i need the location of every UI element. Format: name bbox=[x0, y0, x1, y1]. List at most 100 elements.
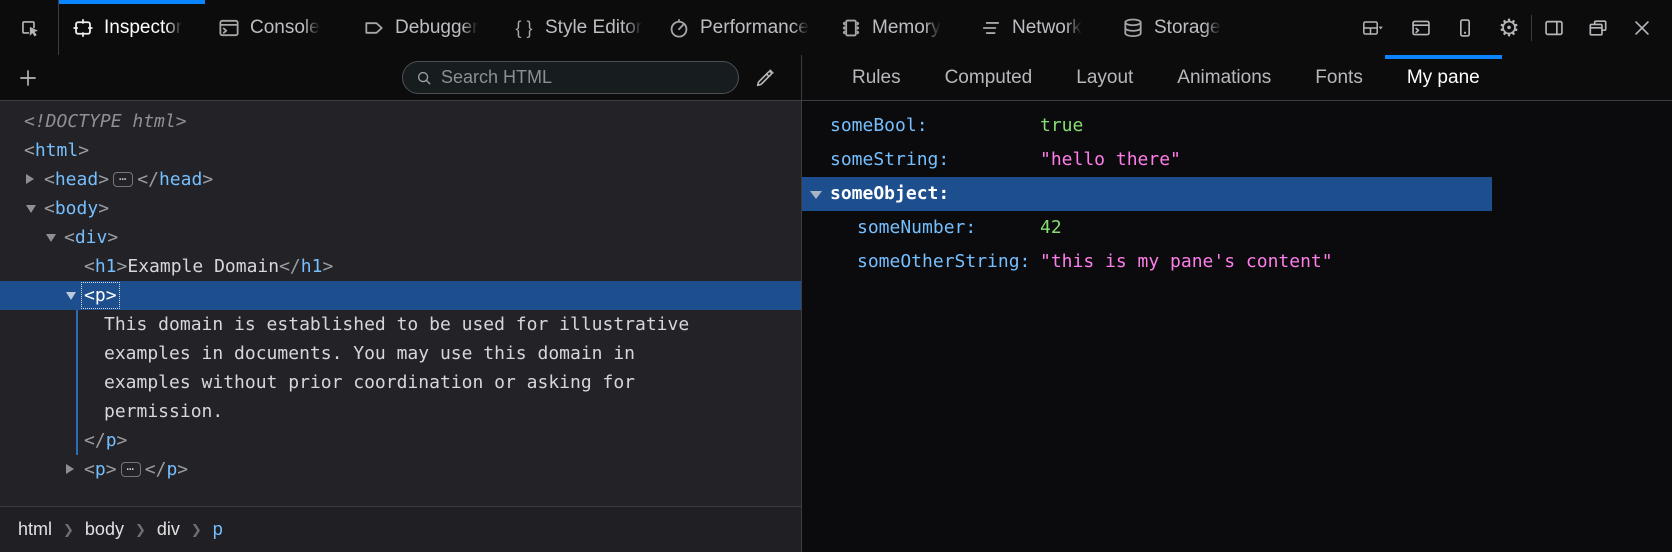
markup-text-line[interactable]: examples without prior coordination or a… bbox=[0, 368, 801, 397]
child-guide-line bbox=[76, 339, 78, 368]
dock-to-side-button[interactable] bbox=[1532, 0, 1576, 55]
tool-tab-inspector[interactable]: Inspector bbox=[59, 0, 205, 55]
tree-value: true bbox=[1040, 109, 1083, 143]
markup-text-line[interactable]: This domain is established to be used fo… bbox=[0, 310, 801, 339]
style-editor-icon: { } bbox=[512, 16, 536, 40]
element-text-content: Example Domain bbox=[127, 256, 279, 277]
settings-button[interactable]: ⚙ bbox=[1487, 0, 1531, 55]
network-icon bbox=[979, 16, 1003, 40]
sidebar-tab-fonts[interactable]: Fonts bbox=[1293, 55, 1385, 100]
breadcrumb-item-html[interactable]: html bbox=[10, 515, 60, 544]
tree-value: 42 bbox=[1040, 211, 1062, 245]
performance-icon bbox=[667, 16, 691, 40]
collapse-twisty-icon[interactable] bbox=[46, 234, 56, 242]
breadcrumb-chevron-icon: ❯ bbox=[135, 522, 146, 538]
split-console-button[interactable] bbox=[1399, 0, 1443, 55]
collapse-twisty-icon[interactable] bbox=[810, 191, 822, 199]
markup-row-head[interactable]: <head>⋯</head> bbox=[0, 165, 801, 194]
tool-tab-network[interactable]: Network bbox=[967, 0, 1109, 55]
markup-text-line[interactable]: examples in documents. You may use this … bbox=[0, 339, 801, 368]
separate-window-button[interactable] bbox=[1576, 0, 1620, 55]
node-picker-button[interactable] bbox=[0, 0, 58, 55]
markup-row-div[interactable]: <div> bbox=[0, 223, 801, 252]
markup-row-body[interactable]: <body> bbox=[0, 194, 801, 223]
close-button[interactable] bbox=[1620, 0, 1664, 55]
toolbar-right-buttons: ⚙ bbox=[1347, 0, 1672, 55]
sidebar-tab-computed[interactable]: Computed bbox=[923, 55, 1055, 100]
markup-row-html[interactable]: <html> bbox=[0, 136, 801, 165]
tool-tab-memory[interactable]: Memory bbox=[827, 0, 967, 55]
collapsed-ellipsis-badge[interactable]: ⋯ bbox=[113, 172, 133, 187]
doctype-declaration: <!DOCTYPE html> bbox=[24, 111, 187, 132]
responsive-design-mode-button[interactable] bbox=[1443, 0, 1487, 55]
tree-row-someObject[interactable]: someObject: bbox=[802, 177, 1492, 211]
markup-text-line[interactable]: permission. bbox=[0, 397, 801, 426]
tool-tab-label: Performance bbox=[700, 17, 809, 39]
collapse-twisty-icon[interactable] bbox=[66, 292, 76, 300]
inspector-panel: <!DOCTYPE html> <html><head>⋯</head><body… bbox=[0, 55, 801, 552]
eyedropper-icon bbox=[754, 67, 776, 89]
my-pane-tree: someBool:truesomeString:"hello there"som… bbox=[802, 101, 1672, 552]
expand-twisty-icon[interactable] bbox=[26, 174, 34, 184]
responsive-mode-icon bbox=[1454, 17, 1476, 39]
close-icon bbox=[1631, 17, 1653, 39]
sidebar-panel: RulesComputedLayoutAnimationsFontsMy pan… bbox=[801, 55, 1672, 552]
separate-window-icon bbox=[1587, 17, 1609, 39]
frames-icon bbox=[1362, 17, 1384, 39]
markup-row-doctype[interactable]: <!DOCTYPE html> bbox=[0, 107, 801, 136]
tool-tab-storage[interactable]: Storage bbox=[1109, 0, 1254, 55]
sidebar-tab-rules[interactable]: Rules bbox=[830, 55, 923, 100]
breadcrumb-chevron-icon: ❯ bbox=[63, 522, 74, 538]
tree-row-someString[interactable]: someString:"hello there" bbox=[802, 143, 1492, 177]
tree-row-someOtherString[interactable]: someOtherString:"this is my pane's conte… bbox=[802, 245, 1492, 279]
settings-gear-icon: ⚙ bbox=[1498, 16, 1520, 40]
markup-row-p[interactable]: <p>⋯</p> bbox=[0, 455, 801, 484]
add-node-button[interactable] bbox=[6, 58, 50, 98]
tool-tab-label: Memory bbox=[872, 17, 941, 39]
text-node-content: examples in documents. You may use this … bbox=[104, 343, 635, 364]
tool-tab-label: Console bbox=[250, 17, 320, 39]
storage-icon bbox=[1121, 16, 1145, 40]
tool-tab-style-editor[interactable]: { } Style Editor bbox=[500, 0, 655, 55]
sidebar-tabs: RulesComputedLayoutAnimationsFontsMy pan… bbox=[802, 55, 1672, 101]
text-node-content: examples without prior coordination or a… bbox=[104, 372, 635, 393]
tool-tab-label: Style Editor bbox=[545, 17, 642, 39]
search-input[interactable] bbox=[441, 67, 726, 88]
markup-row-p[interactable]: </p> bbox=[0, 426, 801, 455]
tree-row-someNumber[interactable]: someNumber:42 bbox=[802, 211, 1492, 245]
tool-tab-console[interactable]: Console bbox=[205, 0, 350, 55]
sidebar-tab-my-pane[interactable]: My pane bbox=[1385, 55, 1502, 100]
collapse-twisty-icon[interactable] bbox=[26, 205, 36, 213]
tool-tab-performance[interactable]: Performance bbox=[655, 0, 827, 55]
tool-tab-label: Inspector bbox=[104, 17, 182, 39]
markup-row-p[interactable]: <p> bbox=[0, 281, 801, 310]
tree-value: "hello there" bbox=[1040, 143, 1181, 177]
console-icon bbox=[217, 16, 241, 40]
collapsed-ellipsis-badge[interactable]: ⋯ bbox=[121, 462, 141, 477]
plus-icon bbox=[17, 67, 39, 89]
tree-key: someBool: bbox=[830, 109, 1040, 143]
main-split: <!DOCTYPE html> <html><head>⋯</head><body… bbox=[0, 55, 1672, 552]
breadcrumb-item-div[interactable]: div bbox=[149, 515, 188, 544]
child-guide-line bbox=[76, 368, 78, 397]
tool-tabs: Inspector Console Debugger { } Style Editor P… bbox=[59, 0, 1254, 55]
tree-row-someBool[interactable]: someBool:true bbox=[802, 109, 1492, 143]
breadcrumb-item-p[interactable]: p bbox=[205, 515, 231, 544]
select-iframe-button[interactable] bbox=[1347, 0, 1399, 55]
markup-view: <!DOCTYPE html> <html><head>⋯</head><body… bbox=[0, 101, 801, 506]
node-picker-icon bbox=[18, 17, 40, 39]
inspector-toolbar bbox=[0, 55, 801, 101]
breadcrumb-item-body[interactable]: body bbox=[77, 515, 132, 544]
markup-row-h1[interactable]: <h1>Example Domain</h1> bbox=[0, 252, 801, 281]
tree-key: someString: bbox=[830, 143, 1040, 177]
tree-key: someOtherString: bbox=[857, 245, 1040, 279]
eyedropper-button[interactable] bbox=[739, 58, 791, 98]
dock-side-icon bbox=[1543, 17, 1565, 39]
sidebar-tab-layout[interactable]: Layout bbox=[1054, 55, 1155, 100]
child-guide-line bbox=[76, 310, 78, 339]
sidebar-tab-animations[interactable]: Animations bbox=[1155, 55, 1293, 100]
expand-twisty-icon[interactable] bbox=[66, 464, 74, 474]
child-guide-line bbox=[76, 426, 78, 455]
tool-tab-debugger[interactable]: Debugger bbox=[350, 0, 500, 55]
devtools-window: Inspector Console Debugger { } Style Editor P… bbox=[0, 0, 1672, 552]
